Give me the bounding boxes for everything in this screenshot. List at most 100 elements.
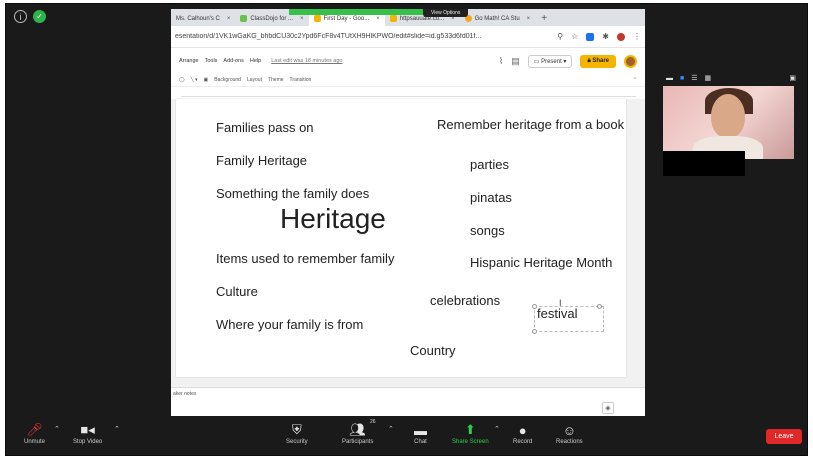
explore-icon[interactable]: ◈	[602, 402, 614, 414]
chat-icon: ▬	[414, 422, 427, 438]
present-icon: ▭	[533, 58, 542, 65]
chevron-up-icon[interactable]: ⌃	[494, 425, 500, 433]
participants-icon: 👥︎	[349, 422, 366, 437]
profile-icon[interactable]	[617, 32, 625, 41]
puzzle-icon[interactable]: ✱	[602, 32, 609, 41]
new-tab-button[interactable]: +	[541, 13, 547, 26]
url-text: esentation/d/1VK1wGaKG_bhbdCU30c2Ypd6FcF…	[175, 33, 482, 40]
participant-name-redacted	[663, 151, 745, 176]
security-label: Security	[286, 439, 308, 445]
share-screen-button[interactable]: ⬆ Share Screen	[452, 422, 489, 445]
close-icon[interactable]: ×	[227, 16, 231, 22]
format-toolbar: ◯ ╲ ▾ ▣ Background Layout Theme Transiti…	[171, 73, 645, 87]
shield-icon[interactable]: ✓	[33, 10, 46, 23]
participants-button[interactable]: 👥︎ Participants	[342, 422, 373, 445]
zoom-control-bar: 🎤︎ Unmute ⌃ ■◂ Stop Video ⌃ ⛨ Security 👥…	[6, 416, 807, 454]
shapes-icon[interactable]: ◯	[179, 77, 185, 83]
classdojo-icon	[240, 15, 248, 22]
word[interactable]: songs	[470, 223, 505, 238]
word[interactable]: Hispanic Heritage Month	[470, 255, 612, 270]
link-icon	[389, 15, 397, 22]
share-screen-icon: ⬆	[464, 422, 476, 437]
info-icon[interactable]: i	[14, 10, 27, 23]
tab-label: Go Math! CA Stu	[474, 15, 520, 22]
chat-label: Chat	[414, 439, 427, 445]
collapse-icon[interactable]: ⌃	[633, 77, 637, 83]
word[interactable]: Remember heritage from a book	[437, 117, 624, 132]
theme-button[interactable]: Theme	[268, 77, 284, 83]
security-button[interactable]: ⛨ Security	[286, 422, 308, 445]
speaker-notes[interactable]: aker notes ◈	[171, 387, 645, 419]
menu-arrange[interactable]: Arrange	[179, 58, 199, 64]
leave-button[interactable]: Leave	[766, 429, 802, 444]
browser-tab[interactable]: Go Math! CA Stu ×	[460, 11, 536, 26]
slides-icon	[313, 15, 321, 22]
word[interactable]: Families pass on	[216, 120, 314, 135]
word[interactable]: Culture	[216, 284, 258, 299]
word[interactable]: parties	[470, 157, 509, 172]
video-panel-controls: ▬ ■ ☰ ▦ ▣	[666, 73, 796, 83]
word[interactable]: Country	[410, 343, 456, 358]
word[interactable]: Family Heritage	[216, 153, 307, 168]
menu-tools[interactable]: Tools	[205, 58, 218, 64]
present-label: Present	[541, 58, 562, 65]
line-icon[interactable]: ╲ ▾	[191, 77, 198, 83]
word[interactable]: pinatas	[470, 190, 512, 205]
chevron-up-icon[interactable]: ⌃	[114, 425, 120, 433]
zoom-top-bar: i ✓	[14, 10, 46, 23]
record-icon: ●	[518, 422, 527, 438]
search-icon[interactable]: ⚲	[557, 32, 563, 41]
ruler	[181, 89, 636, 97]
extension-icon[interactable]	[586, 32, 595, 41]
layout-button[interactable]: Layout	[247, 77, 262, 83]
last-edit-link[interactable]: Last edit was 18 minutes ago	[271, 58, 342, 64]
avatar[interactable]	[624, 54, 637, 68]
reactions-button[interactable]: ☺ Reactions	[556, 422, 583, 446]
word[interactable]: Items used to remember family	[216, 251, 394, 266]
stop-video-button[interactable]: ■◂ Stop Video	[73, 422, 102, 445]
close-icon[interactable]: ×	[376, 16, 380, 22]
minimize-icon[interactable]: ▬	[666, 75, 673, 82]
background-button[interactable]: Background	[214, 77, 241, 83]
star-icon[interactable]: ☆	[571, 32, 578, 41]
close-icon[interactable]: ×	[527, 16, 531, 22]
share-button[interactable]: 🔒︎ Share	[580, 54, 616, 68]
strip-view-icon[interactable]: ☰	[691, 74, 697, 82]
single-view-icon[interactable]: ■	[680, 75, 684, 82]
menu-addons[interactable]: Add-ons	[223, 58, 244, 64]
transition-button[interactable]: Transition	[290, 77, 312, 83]
word[interactable]: celebrations	[430, 293, 500, 308]
url-icons: ⚲ ☆ ✱ ⋮	[557, 32, 641, 41]
slide[interactable]: Families pass on Remember heritage from …	[176, 99, 626, 377]
comment-add-icon[interactable]: ▣	[204, 77, 209, 83]
gallery-toggle-icon[interactable]: ▣	[789, 74, 796, 82]
grid-view-icon[interactable]: ▦	[705, 74, 712, 82]
participant-video[interactable]	[663, 86, 794, 159]
present-button[interactable]: ▭ Present ▾	[527, 54, 573, 68]
resize-handle[interactable]	[532, 329, 537, 334]
word-title[interactable]: Heritage	[280, 203, 386, 235]
word-editing[interactable]: festival	[537, 306, 577, 321]
view-options-button[interactable]: View Options	[423, 9, 469, 17]
chevron-up-icon[interactable]: ⌃	[388, 425, 394, 433]
share-screen-label: Share Screen	[452, 439, 489, 445]
more-vert-icon[interactable]: ⋮	[633, 32, 641, 41]
word[interactable]: Where your family is from	[216, 317, 363, 332]
resize-handle[interactable]	[597, 304, 602, 309]
browser-tab[interactable]: Ms. Calhoun's C ×	[171, 11, 235, 26]
participant-count: 26	[370, 419, 376, 425]
shield-icon: ⛨	[291, 422, 302, 437]
chevron-up-icon[interactable]: ⌃	[54, 425, 60, 433]
unmute-button[interactable]: 🎤︎ Unmute	[24, 422, 45, 445]
word[interactable]: Something the family does	[216, 186, 369, 201]
activity-icon[interactable]: ⌇	[499, 56, 503, 67]
comment-icon[interactable]: ▤	[511, 56, 520, 67]
close-icon[interactable]: ×	[300, 16, 304, 22]
shared-screen: Ms. Calhoun's C × ClassDojo for ... × Fi…	[171, 9, 645, 419]
address-bar[interactable]: esentation/d/1VK1wGaKG_bhbdCU30c2Ypd6FcF…	[171, 26, 645, 48]
tab-label: Ms. Calhoun's C	[176, 15, 220, 22]
menu-help[interactable]: Help	[250, 58, 261, 64]
chat-button[interactable]: ▬ Chat	[414, 422, 427, 446]
microphone-muted-icon: 🎤︎	[26, 422, 43, 437]
record-button[interactable]: ● Record	[513, 422, 532, 446]
